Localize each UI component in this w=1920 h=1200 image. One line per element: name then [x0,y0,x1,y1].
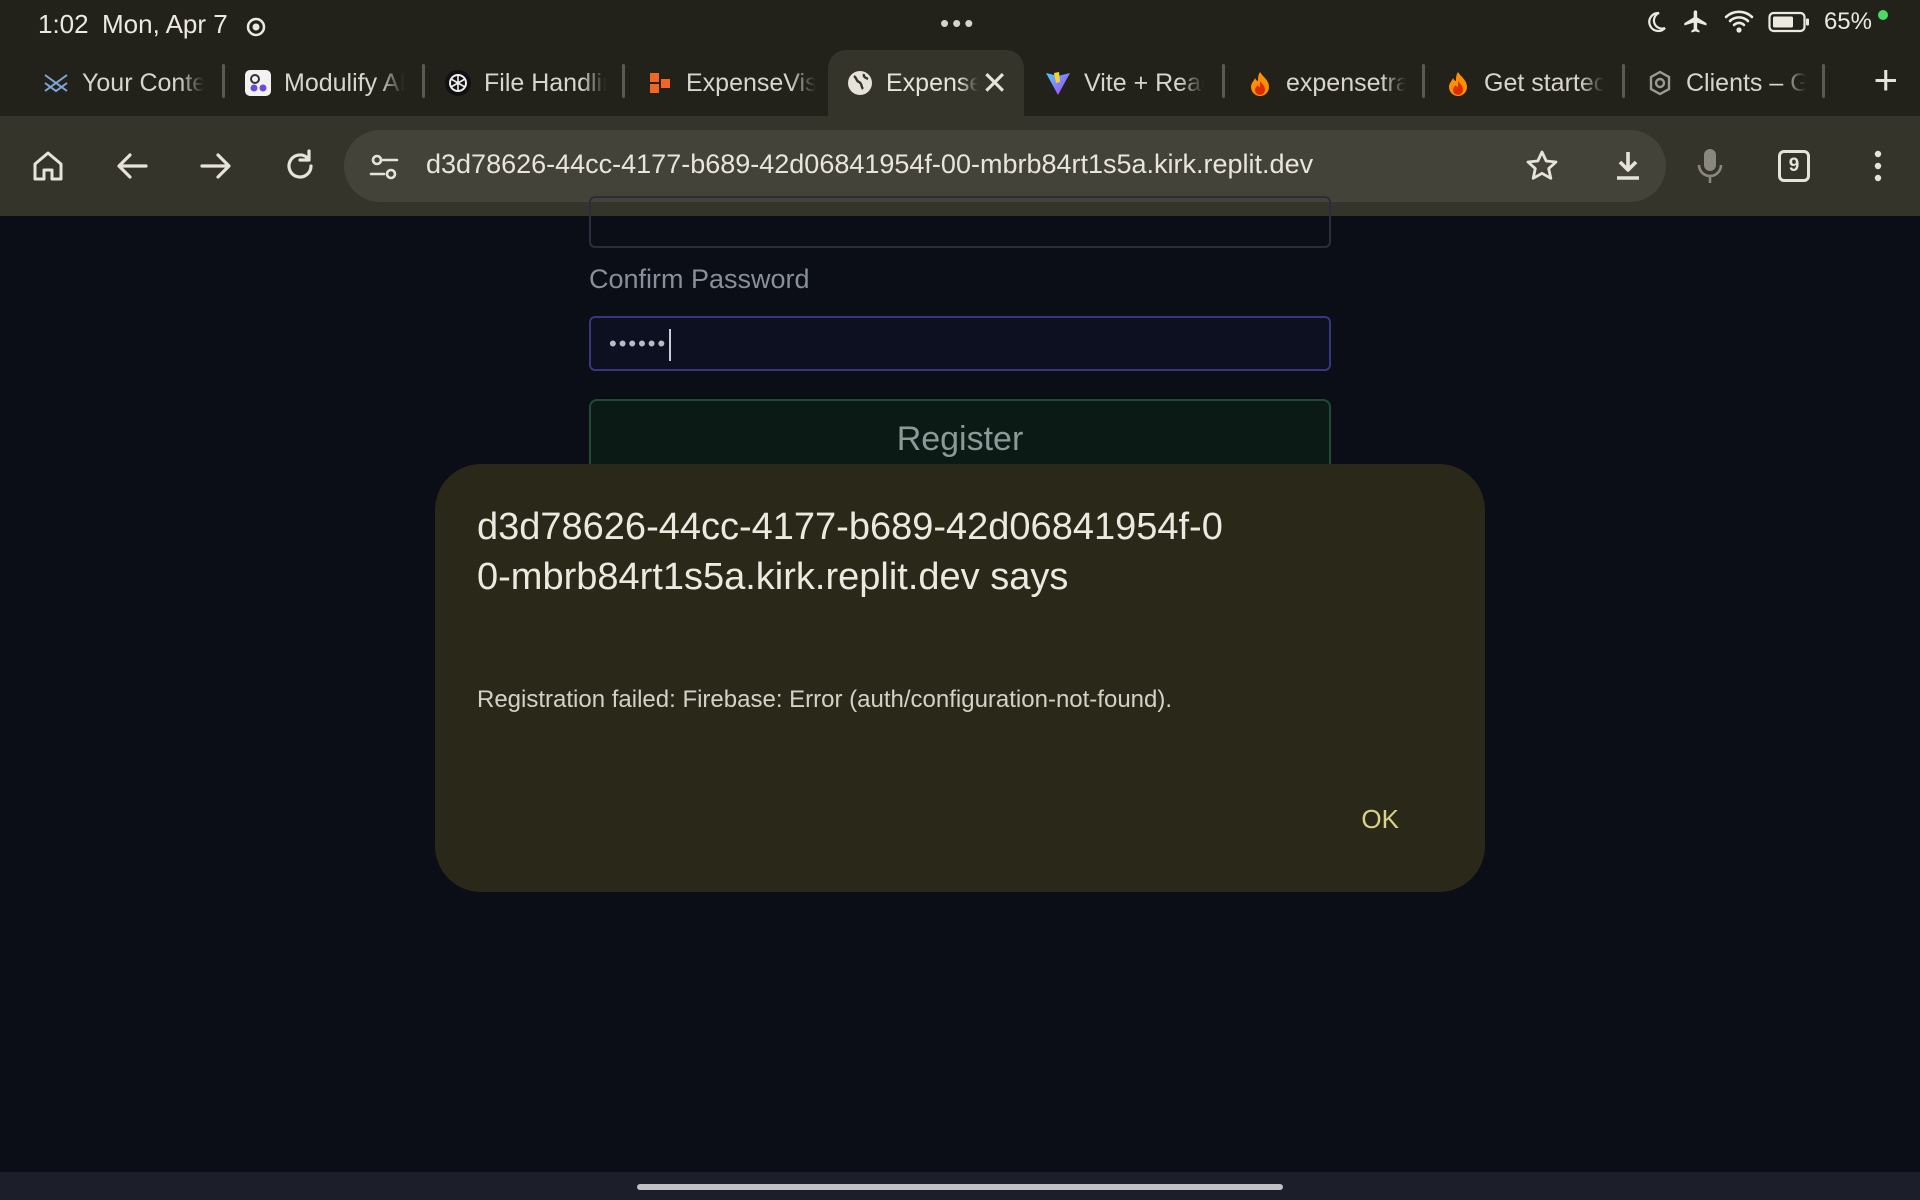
url-text: d3d78626-44cc-4177-b689-42d06841954f-00-… [426,149,1314,179]
home-icon[interactable] [26,144,70,188]
ok-button[interactable]: OK [1361,804,1399,835]
status-time: 1:02 [38,9,89,39]
forward-arrow-icon[interactable] [194,144,238,188]
confirm-password-label: Confirm Password [589,264,810,294]
tab-label: ExpenseVis [686,68,816,97]
airplane-icon [1682,8,1710,36]
battery-percent: 65% [1823,8,1872,35]
tab-strip: Your Conte Modulify AI File Handlin Expe… [0,46,1920,116]
status-bar: 1:02 Mon, Apr 7 ••• 65% [0,0,1920,46]
tab-label: Expense [886,68,978,97]
chrome-notification-icon [246,13,266,37]
tab-switcher-button[interactable]: 9 [1778,150,1810,182]
alert-dialog: d3d78626-44cc-4177-b689-42d06841954f-00-… [435,464,1485,892]
tab-modulify[interactable]: Modulify AI [244,50,404,116]
privacy-indicator-dot [1878,10,1888,20]
vite-icon [1044,69,1072,97]
tab-label: Clients – G [1686,68,1806,97]
back-arrow-icon[interactable] [110,144,154,188]
confirm-password-input[interactable]: •••••• [589,316,1331,371]
gear-icon [1646,69,1674,97]
tab-expensevis[interactable]: ExpenseVis [646,50,816,116]
globe-icon [846,69,874,97]
status-date: Mon, Apr 7 [102,9,228,39]
home-gesture-handle[interactable] [637,1184,1283,1190]
tab-divider [1222,64,1225,98]
reload-icon[interactable] [278,144,322,188]
password-field[interactable] [589,196,1331,248]
address-bar[interactable]: d3d78626-44cc-4177-b689-42d06841954f-00-… [344,130,1666,202]
battery-icon [1768,11,1810,33]
tab-label: Your Conte [82,68,204,97]
modulify-icon [244,69,272,97]
new-tab-button[interactable]: + [1873,56,1898,104]
dialog-message: Registration failed: Firebase: Error (au… [477,686,1173,713]
browser-window: 1:02 Mon, Apr 7 ••• 65% Your Conte Modul… [0,0,1920,1200]
text-caret [669,329,672,362]
tab-divider [622,64,625,98]
tab-vite-react[interactable]: Vite + Reac [1044,50,1204,116]
tab-expensetracker[interactable]: expensetra [1246,50,1406,116]
moon-icon [1644,10,1668,34]
tab-label: Get startec [1484,68,1604,97]
tab-label: Vite + Reac [1084,68,1204,97]
gesture-nav-bar [0,1172,1920,1200]
tab-divider [222,64,225,98]
layers-icon [42,69,70,97]
site-settings-icon[interactable] [368,152,400,187]
firebase-icon [1444,69,1472,97]
tab-divider [1422,64,1425,98]
tab-expense-active[interactable]: Expense ✕ [828,50,1024,116]
tab-divider [1622,64,1625,98]
dialog-title: d3d78626-44cc-4177-b689-42d06841954f-00-… [477,506,1223,598]
close-tab-icon[interactable]: ✕ [981,65,1008,101]
firebase-icon [1246,69,1274,97]
tab-file-handling[interactable]: File Handlin [444,50,606,116]
tab-clients[interactable]: Clients – G [1646,50,1806,116]
microphone-icon[interactable] [1688,144,1732,188]
download-icon[interactable] [1610,148,1646,189]
openai-icon [444,69,472,97]
window-options-dots[interactable]: ••• [940,8,976,39]
wifi-icon [1724,9,1754,35]
expensevis-icon [646,69,674,97]
confirm-password-value: •••••• [609,331,668,356]
tab-label: expensetra [1286,68,1406,97]
more-menu-icon[interactable] [1856,144,1900,188]
tab-get-started[interactable]: Get startec [1444,50,1604,116]
system-icons: 65% [1644,8,1888,36]
tab-label: Modulify AI [284,68,404,97]
tab-divider [1822,64,1825,98]
bookmark-star-icon[interactable] [1524,148,1560,189]
tab-label: File Handlin [484,68,606,97]
tab-your-content[interactable]: Your Conte [42,50,204,116]
tab-divider [422,64,425,98]
